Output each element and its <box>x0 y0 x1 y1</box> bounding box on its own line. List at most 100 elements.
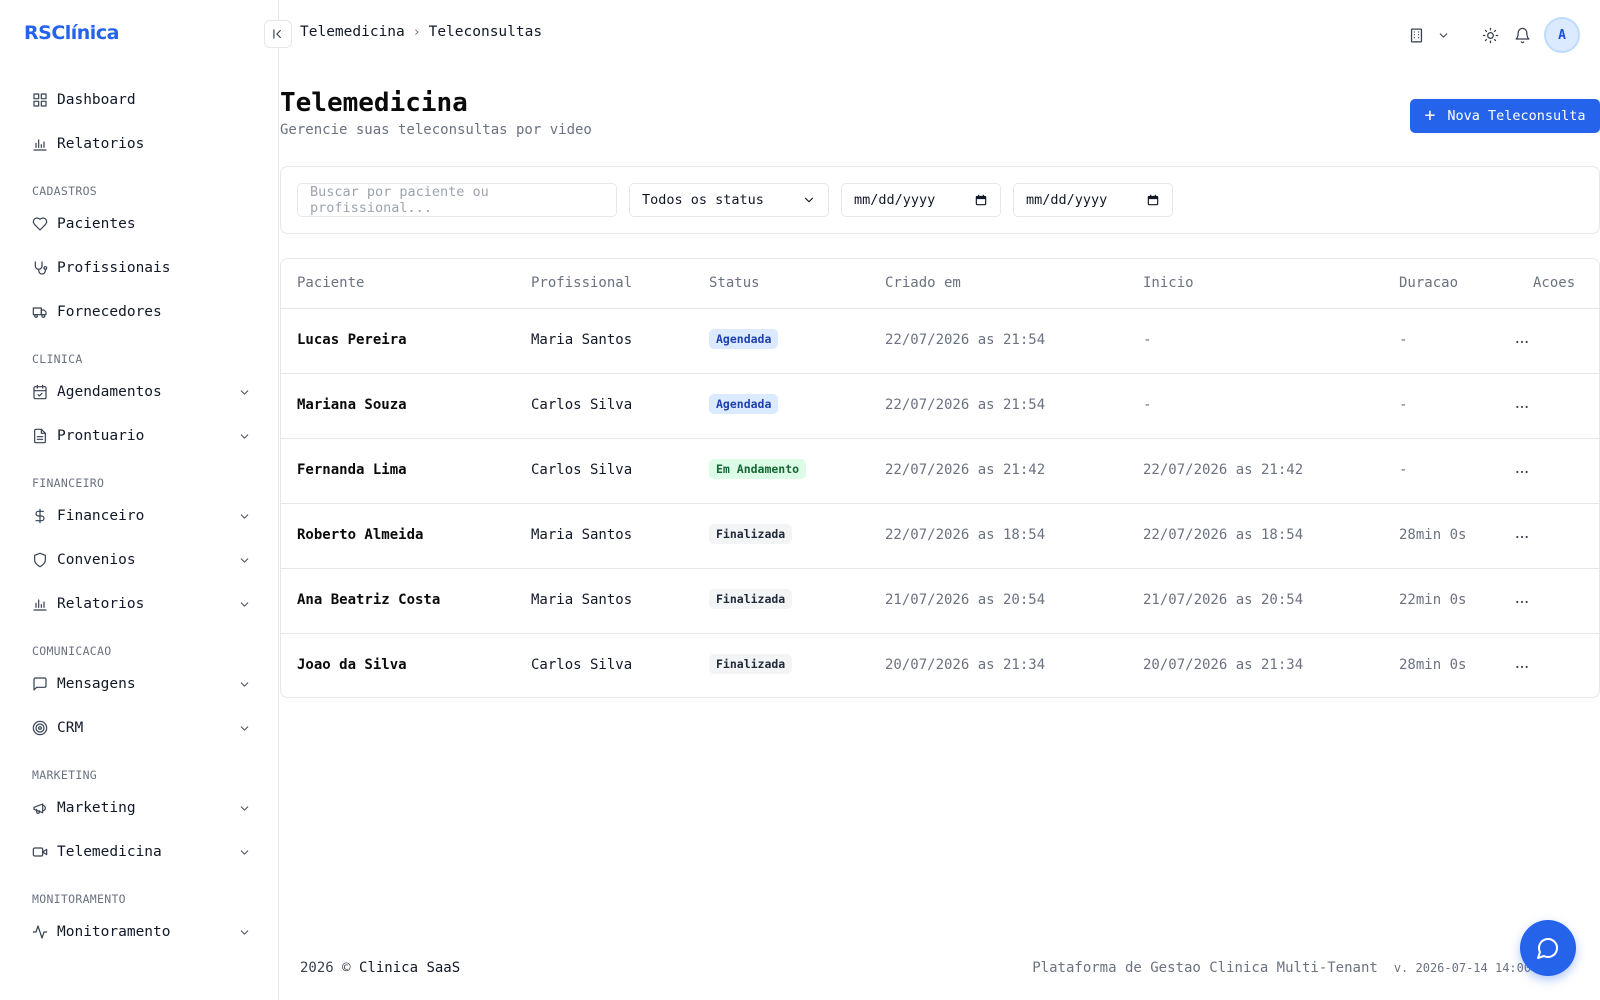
more-horizontal-icon <box>1516 405 1528 409</box>
created-at: 22/07/2026 as 21:54 <box>885 397 1046 413</box>
row-actions-button[interactable] <box>1507 524 1537 550</box>
patient-name: Ana Beatriz Costa <box>297 592 441 608</box>
chat-button[interactable] <box>1520 920 1576 976</box>
video-icon <box>31 843 49 861</box>
column-header-inicio[interactable]: Inicio <box>1143 275 1194 291</box>
sidebar-item-label: Marketing <box>57 800 136 816</box>
activity-icon <box>31 923 49 941</box>
sidebar-item-pacientes[interactable]: Pacientes <box>24 206 256 242</box>
calendar-icon[interactable] <box>974 193 988 207</box>
column-header-criado-em[interactable]: Criado em <box>885 275 961 291</box>
duration: 28min 0s <box>1399 657 1467 673</box>
calendar-icon[interactable] <box>1146 193 1160 207</box>
row-actions-button[interactable] <box>1507 459 1537 485</box>
sidebar-item-dashboard[interactable]: Dashboard <box>24 82 256 118</box>
created-at: 21/07/2026 as 20:54 <box>885 592 1046 608</box>
duration: 22min 0s <box>1399 592 1467 608</box>
sidebar-item-crm[interactable]: CRM <box>24 710 256 746</box>
sidebar-item-marketing[interactable]: Marketing <box>24 790 256 826</box>
sidebar-item-telemedicina[interactable]: Telemedicina <box>24 834 256 870</box>
column-header-paciente[interactable]: Paciente <box>297 275 364 291</box>
sidebar-item-financeiro[interactable]: Financeiro <box>24 498 256 534</box>
new-teleconsultation-button[interactable]: + Nova Teleconsulta <box>1410 99 1600 133</box>
breadcrumb-parent[interactable]: Telemedicina <box>300 24 405 40</box>
sidebar-item-fornecedores[interactable]: Fornecedores <box>24 294 256 330</box>
more-horizontal-icon <box>1516 665 1528 669</box>
chevron-down-icon <box>238 925 252 939</box>
file-text-icon <box>31 427 49 445</box>
target-icon <box>31 719 49 737</box>
status-badge: Finalizada <box>709 589 793 609</box>
table-row[interactable]: Fernanda Lima Carlos Silva 22/07/2026 as 2… <box>281 439 1599 504</box>
status-badge: Agendada <box>709 394 779 414</box>
message-square-icon <box>31 675 49 693</box>
duration: - <box>1399 462 1408 478</box>
duration: - <box>1399 397 1408 413</box>
row-actions-button[interactable] <box>1507 654 1537 680</box>
shield-icon <box>31 551 49 569</box>
table-row[interactable]: Mariana Souza Carlos Silva 22/07/2026 as 2… <box>281 374 1599 439</box>
sidebar-item-profissionais[interactable]: Profissionais <box>24 250 256 286</box>
column-header-acoes[interactable]: Acoes <box>1533 275 1575 291</box>
started-at: - <box>1143 332 1152 348</box>
page-subtitle: Gerencie suas teleconsultas por video <box>280 122 592 138</box>
sidebar-section-marketing: MARKETING <box>32 768 98 782</box>
column-header-profissional[interactable]: Profissional <box>531 275 632 291</box>
collapse-sidebar-button[interactable] <box>264 20 292 48</box>
more-horizontal-icon <box>1516 470 1528 474</box>
sidebar-item-mensagens[interactable]: Mensagens <box>24 666 256 702</box>
truck-icon <box>31 303 49 321</box>
user-avatar[interactable]: A <box>1544 17 1580 53</box>
row-actions-button[interactable] <box>1507 394 1537 420</box>
sidebar-item-label: Profissionais <box>57 260 171 276</box>
sidebar-item-label: Monitoramento <box>57 924 171 940</box>
sidebar-item-label: Agendamentos <box>57 384 162 400</box>
filters-card: Buscar por paciente ou profissional... T… <box>280 166 1600 234</box>
patient-name: Mariana Souza <box>297 397 407 413</box>
sidebar-item-monitoramento[interactable]: Monitoramento <box>24 914 256 950</box>
chevron-down-icon <box>238 509 252 523</box>
app-logo[interactable]: RSClínica <box>24 22 119 44</box>
row-actions-button[interactable] <box>1507 329 1537 355</box>
footer-brand: Clinica SaaS <box>359 960 461 976</box>
sidebar-section-financeiro: FINANCEIRO <box>32 476 105 490</box>
professional-name: Carlos Silva <box>531 657 633 673</box>
chevron-down-icon <box>238 385 252 399</box>
chevron-down-icon <box>238 845 252 859</box>
status-badge: Finalizada <box>709 654 793 674</box>
more-horizontal-icon <box>1516 600 1528 604</box>
sun-icon <box>1482 27 1498 43</box>
clinic-selector-button[interactable] <box>1400 19 1432 51</box>
sidebar-item-label: Financeiro <box>57 508 145 524</box>
building-icon <box>1410 27 1422 43</box>
table-row[interactable]: Ana Beatriz Costa Maria Santos 21/07/2026 … <box>281 569 1599 634</box>
row-actions-button[interactable] <box>1507 589 1537 615</box>
sidebar-item-label: Relatorios <box>57 136 145 152</box>
clinic-selector-chevron[interactable] <box>1432 19 1454 51</box>
sidebar-item-label: Prontuario <box>57 428 145 444</box>
breadcrumb: Telemedicina › Teleconsultas <box>300 24 542 40</box>
search-input[interactable]: Buscar por paciente ou profissional... <box>297 183 617 217</box>
sidebar-item-agendamentos[interactable]: Agendamentos <box>24 374 256 410</box>
sidebar-item-relatorios[interactable]: Relatorios <box>24 126 256 162</box>
started-at: 22/07/2026 as 18:54 <box>1143 527 1304 543</box>
theme-toggle-button[interactable] <box>1474 19 1506 51</box>
sidebar-item-relatorios[interactable]: Relatorios <box>24 586 256 622</box>
notifications-button[interactable] <box>1506 19 1538 51</box>
started-at: 20/07/2026 as 21:34 <box>1143 657 1304 673</box>
date-from-input[interactable]: mm/dd/yyyy <box>841 183 1001 217</box>
column-header-status[interactable]: Status <box>709 275 760 291</box>
table-row[interactable]: Joao da Silva Carlos Silva 20/07/2026 as 2… <box>281 634 1599 697</box>
sidebar-item-prontuario[interactable]: Prontuario <box>24 418 256 454</box>
status-select[interactable]: Todos os status <box>629 183 829 217</box>
sidebar-section-cadastros: CADASTROS <box>32 184 98 198</box>
sidebar: RSClínica Dashboard Relatorios CADASTROS Pa… <box>0 0 279 1000</box>
date-to-input[interactable]: mm/dd/yyyy <box>1013 183 1173 217</box>
sidebar-item-label: Telemedicina <box>57 844 162 860</box>
sidebar-item-convenios[interactable]: Convenios <box>24 542 256 578</box>
table-row[interactable]: Roberto Almeida Maria Santos 22/07/2026 as… <box>281 504 1599 569</box>
chevron-down-icon <box>238 677 252 691</box>
column-header-duracao[interactable]: Duracao <box>1399 275 1458 291</box>
table-row[interactable]: Lucas Pereira Maria Santos 22/07/2026 as 2… <box>281 309 1599 374</box>
header-actions: A <box>1400 17 1580 53</box>
